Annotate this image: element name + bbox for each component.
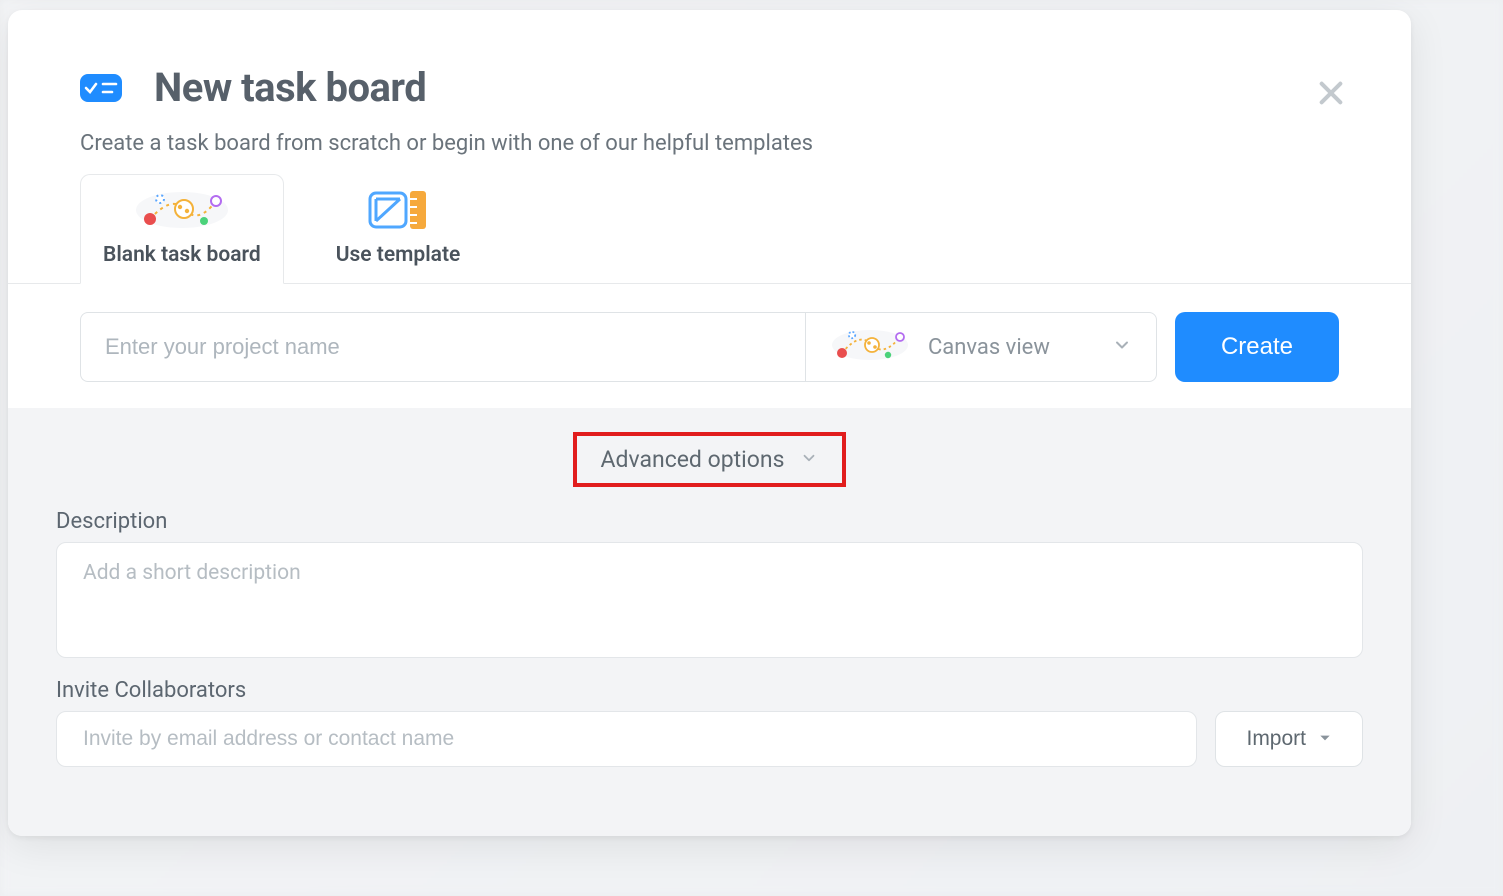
close-button[interactable] — [1309, 72, 1353, 116]
view-select-label: Canvas view — [928, 335, 1050, 360]
tab-label: Blank task board — [103, 243, 261, 267]
task-badge-icon — [80, 74, 122, 102]
import-button[interactable]: Import — [1215, 711, 1363, 767]
dialog-subtitle: Create a task board from scratch or begi… — [8, 131, 1411, 174]
create-row: Canvas view Create — [8, 284, 1411, 408]
caret-down-icon — [1318, 727, 1332, 751]
advanced-options-toggle[interactable]: Advanced options — [573, 432, 847, 487]
description-heading: Description — [56, 509, 1363, 534]
tab-blank-board[interactable]: Blank task board — [80, 174, 284, 284]
project-name-input[interactable] — [80, 312, 805, 382]
description-input[interactable] — [56, 542, 1363, 658]
invite-input[interactable] — [56, 711, 1197, 767]
dialog-title: New task board — [154, 64, 426, 111]
create-button[interactable]: Create — [1175, 312, 1339, 382]
close-icon — [1315, 77, 1347, 112]
invite-section: Invite Collaborators Import — [56, 678, 1363, 767]
tab-label: Use template — [336, 243, 461, 267]
view-select[interactable]: Canvas view — [805, 312, 1157, 382]
chevron-down-icon — [800, 446, 818, 473]
tab-strip: Blank task board Use template — [8, 174, 1411, 284]
network-graph-icon — [132, 189, 232, 231]
template-ruler-icon — [362, 189, 434, 231]
canvas-view-icon — [830, 327, 910, 367]
dialog-header: New task board — [8, 10, 1411, 131]
tab-use-template[interactable]: Use template — [314, 175, 483, 283]
chevron-down-icon — [1112, 335, 1132, 359]
new-task-board-dialog: New task board Create a task board from … — [8, 10, 1411, 836]
invite-heading: Invite Collaborators — [56, 678, 1363, 703]
description-section: Description — [56, 509, 1363, 662]
advanced-options-label: Advanced options — [601, 446, 785, 473]
import-label: Import — [1246, 727, 1306, 751]
advanced-panel: Advanced options Description Invite Coll… — [8, 408, 1411, 836]
